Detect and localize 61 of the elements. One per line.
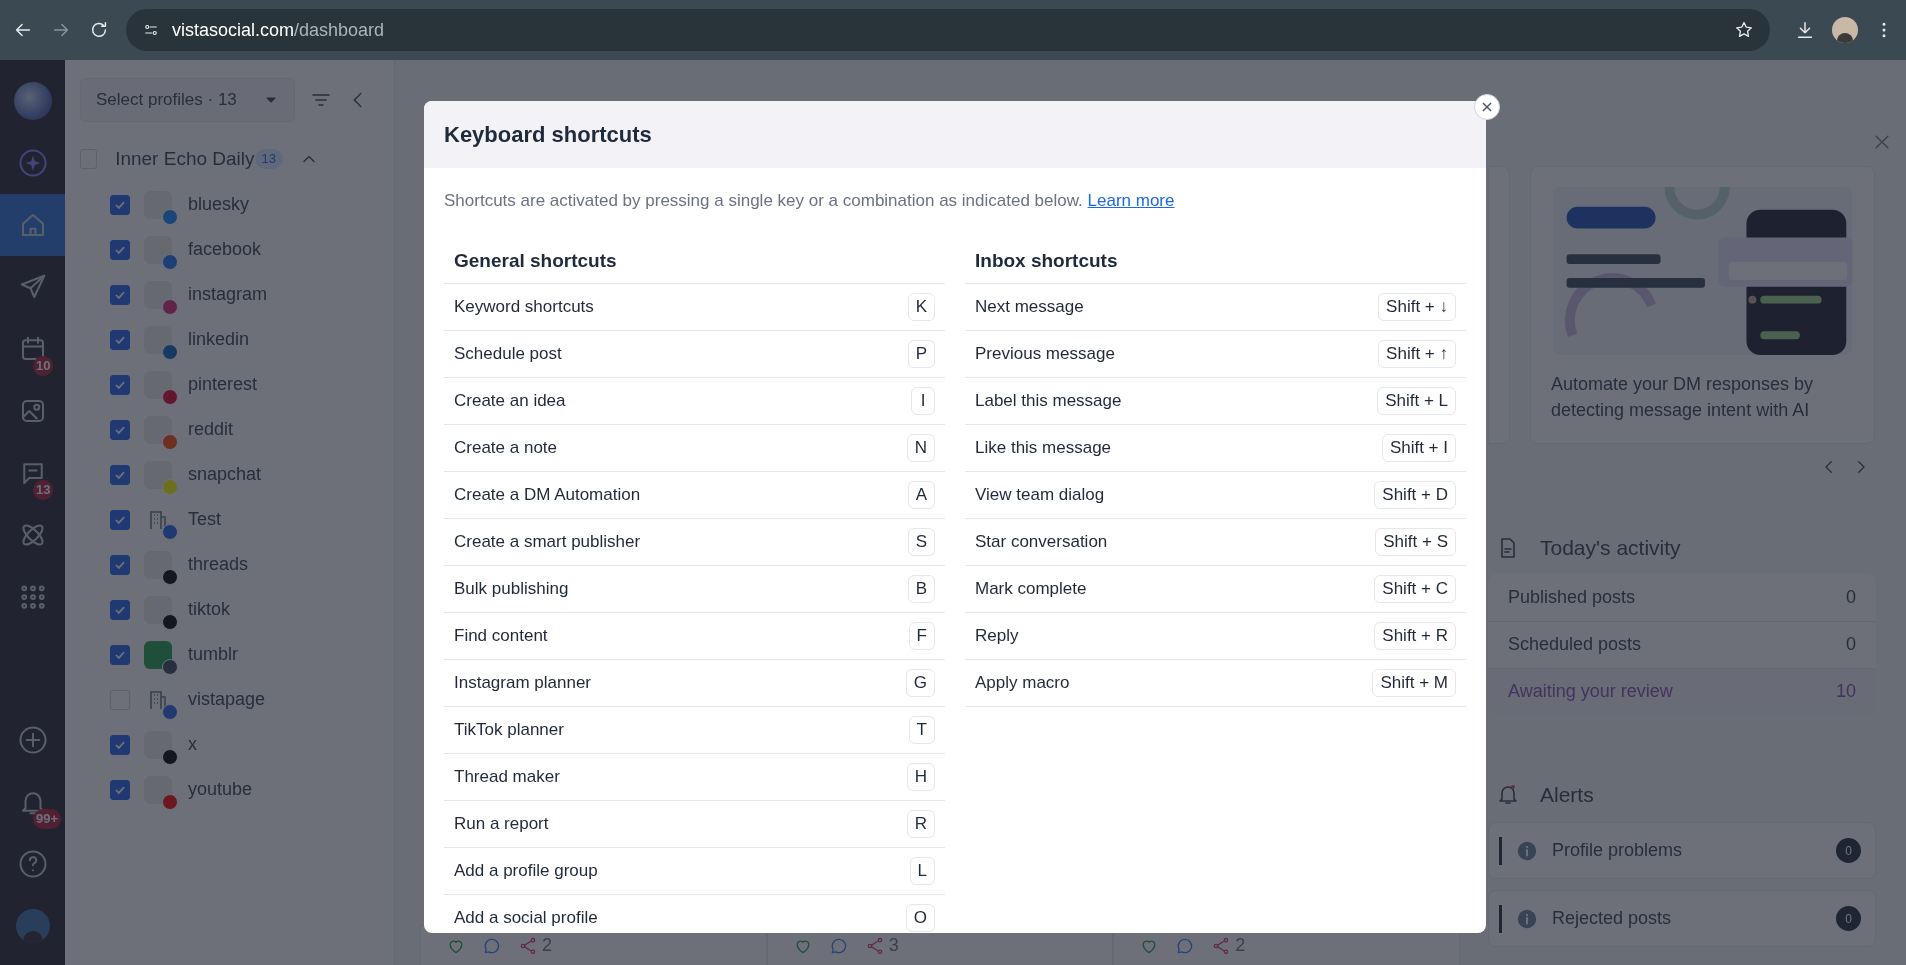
shortcut-label: Previous message [975,342,1115,365]
key-badge: Shift + ↓ [1378,292,1456,321]
shortcut-label: Label this message [975,389,1122,412]
shortcut-label: TikTok planner [454,718,564,741]
shortcut-label: Add a social profile [454,906,598,929]
key-badge: S [907,527,935,556]
shortcut-label: Next message [975,295,1084,318]
shortcut-label: Create an idea [454,389,566,412]
shortcut-label: Thread maker [454,765,560,788]
shortcut-label: Create a note [454,436,557,459]
key-badge: T [908,715,935,744]
url-text: /dashboard [294,19,385,40]
shortcut-label: Create a DM Automation [454,483,641,506]
shortcut-label: Schedule post [454,342,562,365]
shortcut-label: Create a smart publisher [454,530,641,553]
section-title: Alerts [1540,781,1594,808]
shortcut-label: View team dialog [975,483,1105,506]
key-badge: Shift + I [1381,433,1456,462]
shortcut-label: Like this message [975,436,1112,459]
column-title: Inbox shortcuts [975,248,1118,273]
shortcut-label: Add a profile group [454,859,598,882]
key-badge: N [906,433,935,462]
key-badge: G [905,668,935,697]
shortcut-label: Mark complete [975,577,1087,600]
section-title: Today's activity [1540,535,1681,561]
key-badge: R [906,809,935,838]
shortcut-label: Star conversation [975,530,1108,553]
modal-title: Keyboard shortcuts [444,121,652,149]
key-badge: Shift + D [1374,480,1456,509]
shortcut-label: Apply macro [975,671,1070,694]
key-badge: Shift + R [1374,621,1456,650]
key-badge: P [907,339,935,368]
shortcut-label: Keyword shortcuts [454,295,594,318]
url-text: vistasocial.com [172,19,295,40]
shortcut-label: Run a report [454,812,549,835]
notification-badge: 99+ [33,809,62,829]
key-badge: Shift + C [1374,574,1456,603]
key-badge: Shift + S [1375,527,1456,556]
key-badge: H [906,762,935,791]
key-badge: O [905,903,935,932]
key-badge: I [911,386,935,415]
key-badge: L [909,856,935,885]
count-badge: 13 [254,149,283,169]
shortcut-label: Reply [975,624,1019,647]
modal-description: Shortcuts are activated by pressing a single key or a combination as indicated below. Learn more [444,190,1176,212]
column-title: General shortcuts [454,248,617,273]
notification-badge: 13 [33,480,54,500]
key-badge: Shift + M [1372,668,1456,697]
key-badge: Shift + L [1377,386,1456,415]
count-badge: 0 [1836,838,1861,863]
key-badge: Shift + ↑ [1378,339,1456,368]
key-badge: F [908,621,935,650]
key-badge: K [907,292,935,321]
count-badge: 0 [1836,906,1861,931]
key-badge: A [907,480,935,509]
shortcut-label: Find content [454,624,548,647]
shortcut-label: Instagram planner [454,671,592,694]
promo-description: Automate your DM responses by detecting message intent with AI [1551,373,1815,422]
key-badge: B [907,574,935,603]
shortcut-label: Bulk publishing [454,577,569,600]
notification-badge: 10 [33,356,54,376]
